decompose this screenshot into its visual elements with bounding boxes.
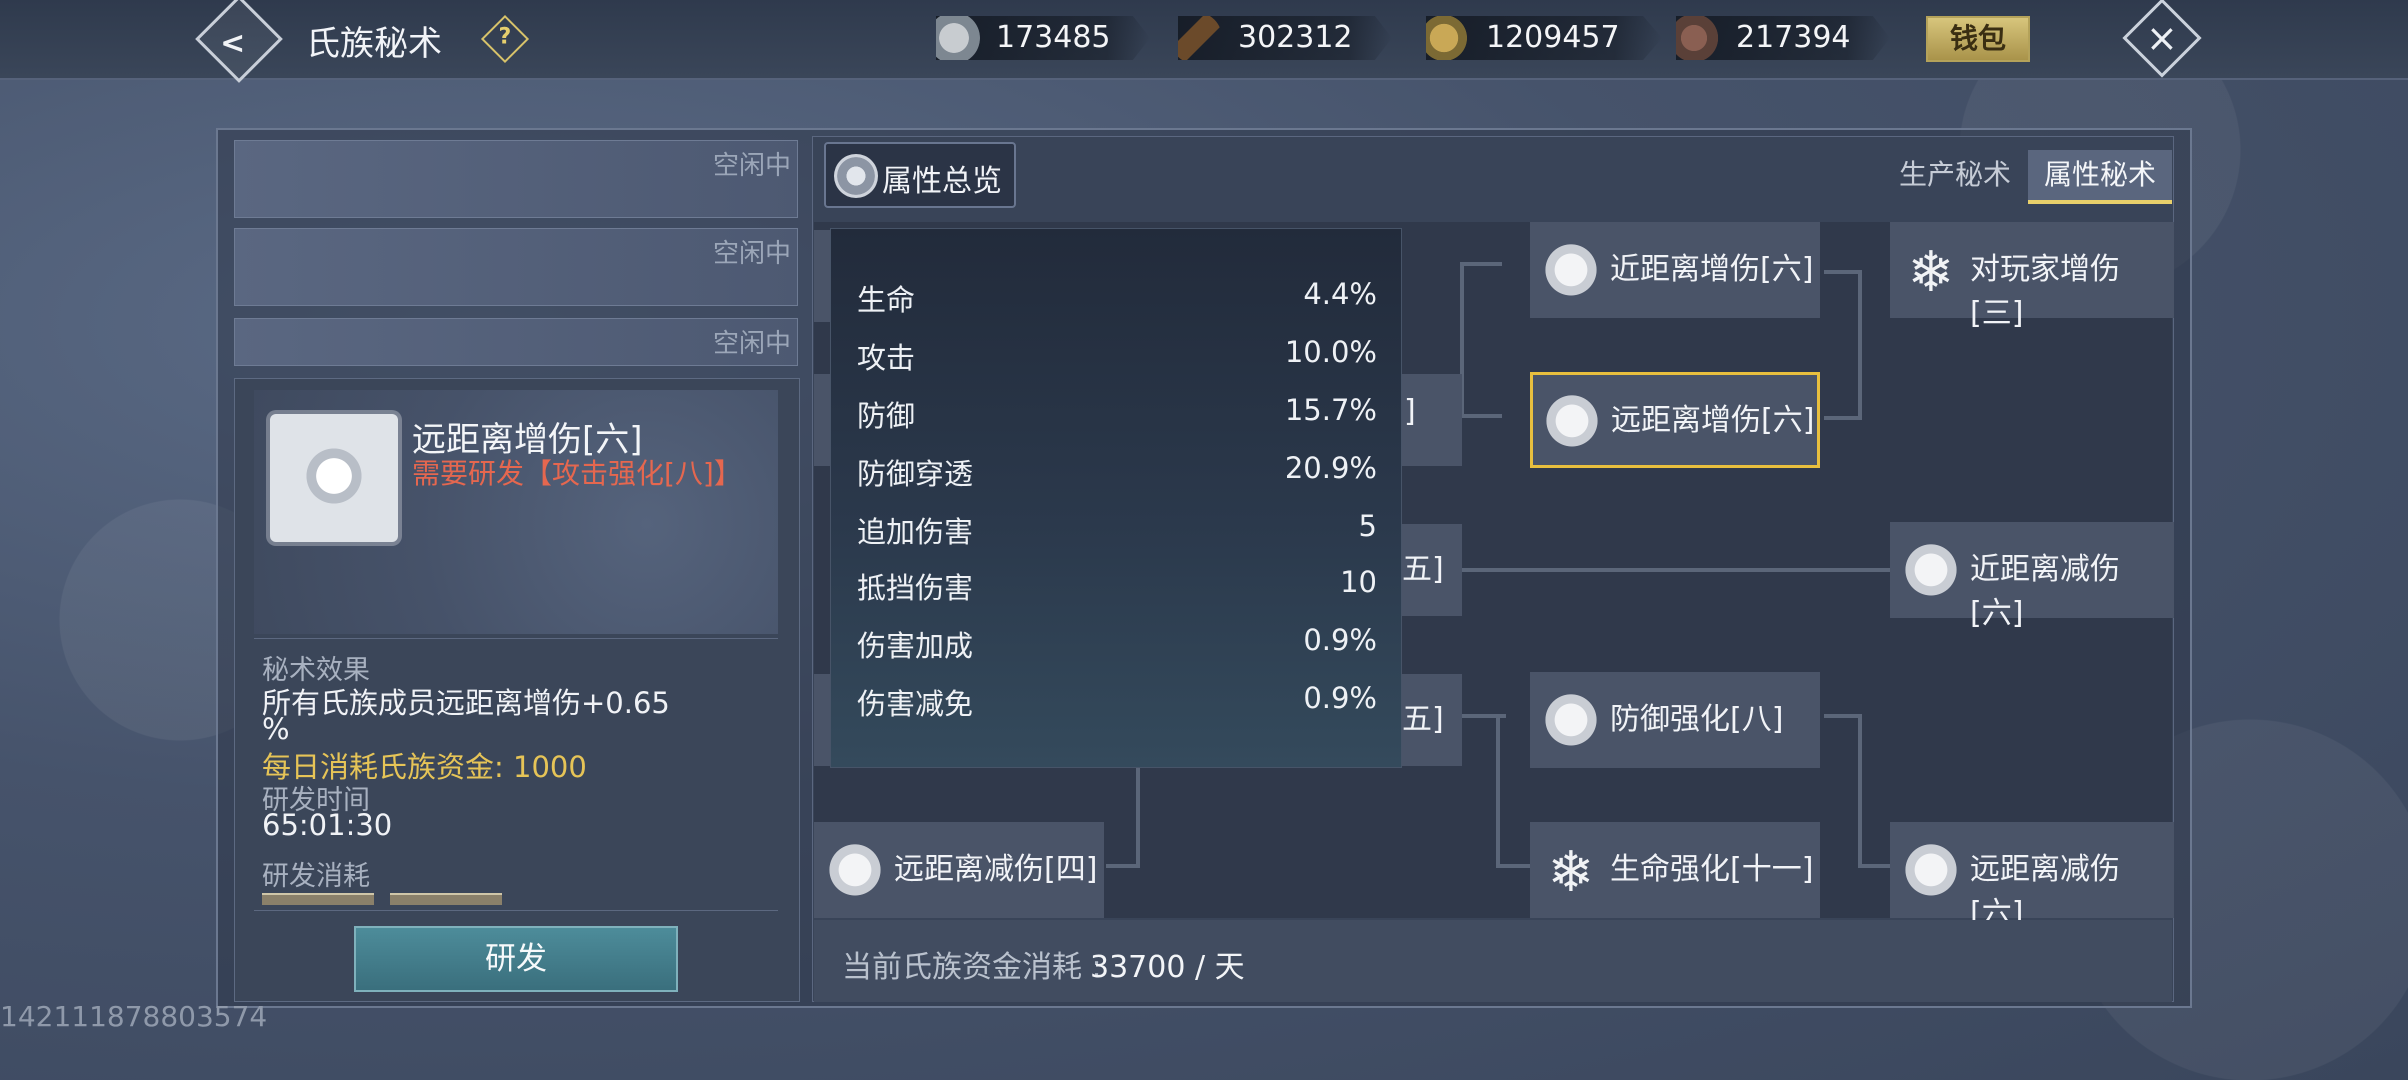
divider: [254, 910, 778, 911]
material-slot: [390, 893, 502, 905]
player-id: 142111878803574: [0, 1000, 268, 1033]
connector: [1460, 262, 1502, 266]
top-bar: < 氏族秘术 ? 173485 302312 1209457 217394 钱包…: [0, 0, 2408, 83]
connector: [1462, 568, 1890, 572]
material-slot: [262, 893, 374, 905]
skill-node-melee-damage[interactable]: 近距离增伤[六]: [1530, 222, 1820, 318]
melee-reduction-icon: [1900, 542, 1962, 604]
connector: [1858, 864, 1890, 868]
close-icon: ×: [2146, 15, 2178, 60]
chevron-left-icon: <: [220, 25, 246, 61]
research-button[interactable]: 研发: [354, 926, 678, 992]
skill-node-ranged-damage[interactable]: 远距离增伤[六]: [1530, 372, 1820, 468]
page-title: 氏族秘术: [306, 24, 442, 64]
tab-production[interactable]: 生产秘术: [1884, 150, 2026, 204]
connector: [1496, 864, 1534, 868]
ranged-reduction-icon: [1900, 842, 1962, 904]
connector: [1824, 416, 1862, 420]
fund-consumption-value: 33700 / 天: [1090, 950, 1245, 985]
connector: [1824, 270, 1862, 274]
melee-damage-icon: [1540, 242, 1602, 304]
skill-requirement: 需要研发【攻击强化[八]】: [412, 457, 742, 490]
research-time-value: 65:01:30: [262, 808, 393, 842]
stat-row: 伤害加成 0.9%: [857, 623, 1377, 663]
stat-row: 伤害减免 0.9%: [857, 681, 1377, 721]
fund-consumption-bar: 当前氏族资金消耗 : 33700 / 天: [814, 920, 2172, 1002]
ranged-damage-icon: [270, 414, 398, 542]
ranged-damage-icon: [1541, 393, 1603, 455]
connector: [1460, 414, 1502, 418]
connector: [1136, 762, 1140, 868]
research-cost-label: 研发消耗: [262, 861, 370, 892]
back-button[interactable]: <: [195, 0, 283, 83]
snowflake-icon: ❄: [1547, 840, 1595, 905]
skill-node-defense[interactable]: 防御强化[八]: [1530, 672, 1820, 768]
coin-icon: [936, 16, 980, 60]
connector: [1858, 714, 1862, 866]
connector: [1824, 714, 1862, 718]
effect-text: 所有氏族成员远距离增伤+0.65: [262, 686, 670, 720]
skill-node-health[interactable]: ❄ 生命强化[十一]: [1530, 822, 1820, 918]
queue-slot[interactable]: 空闲中: [234, 140, 798, 218]
snowflake-icon: ❄: [1907, 240, 1955, 305]
fund-consumption-label: 当前氏族资金消耗 :: [842, 950, 1102, 985]
close-button[interactable]: ×: [2122, 0, 2202, 78]
stat-row: 防御穿透 20.9%: [857, 451, 1377, 491]
skill-node-ranged-reduction-2[interactable]: 远距离减伤[六]: [1890, 822, 2174, 931]
skill-node-melee-reduction[interactable]: 近距离减伤[六]: [1890, 522, 2174, 631]
resource-ore: 217394: [1676, 16, 1890, 60]
food-icon: [1426, 16, 1470, 60]
connector: [1496, 714, 1500, 866]
wallet-button[interactable]: 钱包: [1926, 16, 2030, 62]
overview-button[interactable]: 属性总览: [824, 142, 1016, 208]
skill-node-partial[interactable]: 五]: [1402, 674, 1462, 766]
stat-row: 生命 4.4%: [857, 277, 1377, 317]
resource-wood: 302312: [1178, 16, 1392, 60]
stat-row: 抵挡伤害 10: [857, 565, 1377, 605]
skill-node-partial[interactable]: 五]: [1402, 524, 1462, 616]
resource-food: 1209457: [1426, 16, 1662, 60]
wood-icon: [1178, 16, 1222, 60]
skill-node-pvp-damage[interactable]: ❄ 对玩家增伤[三]: [1890, 222, 2174, 331]
stat-row: 追加伤害 5: [857, 509, 1377, 549]
help-icon[interactable]: ?: [480, 14, 530, 64]
ranged-reduction-icon: [824, 842, 886, 904]
queue-slot[interactable]: 空闲中: [234, 228, 798, 306]
gear-icon: [834, 154, 878, 198]
queue-slot[interactable]: 空闲中: [234, 318, 798, 366]
connector: [1106, 864, 1140, 868]
resource-coin: 173485: [936, 16, 1150, 60]
skill-node-ranged-reduction[interactable]: 远距离减伤[四]: [814, 822, 1104, 918]
stat-row: 攻击 10.0%: [857, 335, 1377, 375]
stats-overview-popup: 生命 4.4% 攻击 10.0% 防御 15.7% 防御穿透 20.9% 追加伤…: [830, 228, 1402, 768]
defense-icon: [1540, 692, 1602, 754]
effect-text-suffix: %: [262, 712, 290, 746]
skill-node-partial[interactable]: ]: [1402, 374, 1462, 466]
connector: [1858, 270, 1862, 420]
ore-icon: [1676, 16, 1720, 60]
stat-row: 防御 15.7%: [857, 393, 1377, 433]
divider: [254, 638, 778, 639]
tab-attribute[interactable]: 属性秘术: [2028, 150, 2172, 204]
